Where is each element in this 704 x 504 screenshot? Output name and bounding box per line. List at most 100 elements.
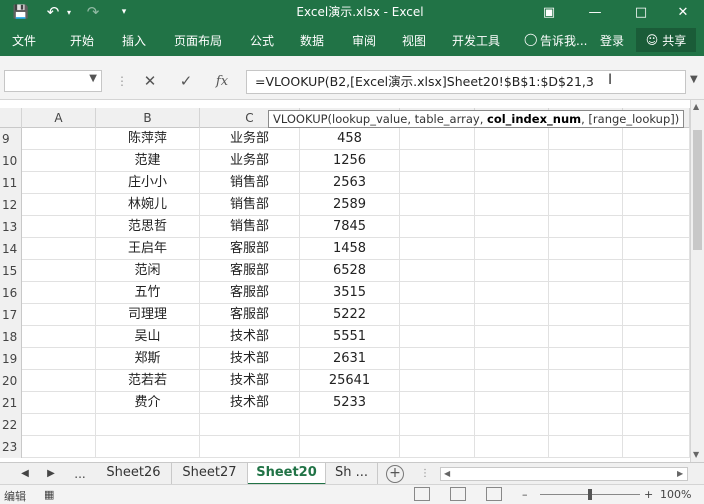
cell[interactable] (623, 414, 690, 436)
row-header[interactable]: 15 (0, 260, 22, 282)
ribbon-display-icon[interactable]: ▣ (526, 0, 572, 24)
tell-me-box[interactable]: 告诉我... (540, 32, 587, 49)
cell[interactable]: 五竹 (96, 282, 200, 304)
cell[interactable] (549, 304, 623, 326)
cell[interactable] (623, 282, 690, 304)
tab-view[interactable]: 视图 (402, 32, 426, 49)
add-sheet-icon[interactable]: + (386, 465, 404, 483)
cell[interactable] (22, 326, 96, 348)
cell[interactable]: 458 (300, 128, 400, 150)
cell[interactable] (400, 392, 475, 414)
cell[interactable] (549, 238, 623, 260)
cell[interactable] (400, 282, 475, 304)
cell[interactable]: 王启年 (96, 238, 200, 260)
cell[interactable] (475, 260, 549, 282)
name-box[interactable]: ▼ (4, 70, 102, 92)
share-button[interactable]: ☺ 共享 (636, 28, 696, 52)
cell[interactable] (623, 392, 690, 414)
cell[interactable] (623, 260, 690, 282)
cell[interactable] (22, 216, 96, 238)
formula-input[interactable]: =VLOOKUP(B2,[Excel演示.xlsx]Sheet20!$B$1:$… (246, 70, 686, 94)
cell[interactable] (475, 436, 549, 458)
enter-icon[interactable]: ✓ (172, 70, 200, 92)
cell[interactable] (549, 370, 623, 392)
cell[interactable] (475, 238, 549, 260)
cell[interactable] (623, 370, 690, 392)
cell[interactable] (22, 128, 96, 150)
maximize-icon[interactable]: □ (618, 0, 664, 24)
cell[interactable]: 客服部 (200, 282, 300, 304)
row-header[interactable]: 20 (0, 370, 22, 392)
cell[interactable]: 客服部 (200, 304, 300, 326)
cell[interactable]: 5551 (300, 326, 400, 348)
cell[interactable] (22, 282, 96, 304)
row-header[interactable]: 22 (0, 414, 22, 436)
zoom-slider-thumb[interactable] (588, 489, 592, 500)
cell[interactable]: 业务部 (200, 128, 300, 150)
cell[interactable]: 5222 (300, 304, 400, 326)
row-header[interactable]: 10 (0, 150, 22, 172)
cell[interactable]: 范建 (96, 150, 200, 172)
cell[interactable] (22, 348, 96, 370)
cell[interactable]: 范闲 (96, 260, 200, 282)
row-header[interactable]: 11 (0, 172, 22, 194)
cell[interactable] (549, 260, 623, 282)
cell[interactable]: 1256 (300, 150, 400, 172)
cell[interactable] (623, 436, 690, 458)
tab-split-grip-icon[interactable]: ⋮ (420, 465, 430, 483)
zoom-out-icon[interactable]: – (522, 488, 528, 501)
cell[interactable] (96, 436, 200, 458)
row-header[interactable]: 18 (0, 326, 22, 348)
cell[interactable] (623, 172, 690, 194)
customize-icon[interactable]: ▾ (118, 2, 130, 22)
tooltip-current-arg[interactable]: col_index_num (487, 112, 581, 126)
save-icon[interactable]: 💾 (12, 2, 30, 22)
cell[interactable] (475, 216, 549, 238)
cell[interactable] (400, 326, 475, 348)
cell[interactable] (22, 260, 96, 282)
cell[interactable] (400, 370, 475, 392)
vertical-scroll-thumb[interactable] (693, 130, 702, 250)
cell[interactable]: 1458 (300, 238, 400, 260)
cell[interactable]: 范若若 (96, 370, 200, 392)
cell[interactable] (475, 172, 549, 194)
cell[interactable]: 吴山 (96, 326, 200, 348)
cell[interactable]: 费介 (96, 392, 200, 414)
cell[interactable]: 庄小小 (96, 172, 200, 194)
redo-icon[interactable]: ↷ (82, 2, 104, 22)
cell[interactable]: 7845 (300, 216, 400, 238)
cell[interactable] (549, 194, 623, 216)
horizontal-scrollbar[interactable]: ◀ ▶ (440, 467, 688, 481)
cell[interactable] (400, 436, 475, 458)
close-icon[interactable]: ✕ (660, 0, 704, 24)
tab-review[interactable]: 审阅 (352, 32, 376, 49)
cell[interactable]: 2631 (300, 348, 400, 370)
more-sheets-button[interactable]: ... (70, 465, 90, 483)
cell[interactable]: 陈萍萍 (96, 128, 200, 150)
cell[interactable]: 业务部 (200, 150, 300, 172)
cell[interactable] (475, 370, 549, 392)
cell[interactable] (623, 194, 690, 216)
cell[interactable]: 郑斯 (96, 348, 200, 370)
column-header-b[interactable]: B (96, 108, 200, 128)
scroll-sheets-left-icon[interactable]: ◀ (18, 465, 32, 483)
scroll-sheets-right-icon[interactable]: ▶ (44, 465, 58, 483)
cell[interactable] (300, 436, 400, 458)
cell[interactable]: 销售部 (200, 216, 300, 238)
signin-link[interactable]: 登录 (600, 32, 624, 49)
sheet-tab-partial[interactable]: Sh ... (326, 463, 378, 485)
cell[interactable] (22, 436, 96, 458)
cell[interactable]: 技术部 (200, 326, 300, 348)
row-header[interactable]: 16 (0, 282, 22, 304)
cell[interactable] (400, 216, 475, 238)
cell[interactable]: 技术部 (200, 370, 300, 392)
cell[interactable] (22, 392, 96, 414)
cell[interactable]: 销售部 (200, 194, 300, 216)
cell[interactable]: 技术部 (200, 392, 300, 414)
cell[interactable]: 司理理 (96, 304, 200, 326)
chevron-down-icon[interactable]: ▼ (89, 73, 97, 84)
cell[interactable] (22, 304, 96, 326)
normal-view-icon[interactable] (414, 487, 430, 501)
cell[interactable]: 25641 (300, 370, 400, 392)
cell[interactable] (549, 414, 623, 436)
